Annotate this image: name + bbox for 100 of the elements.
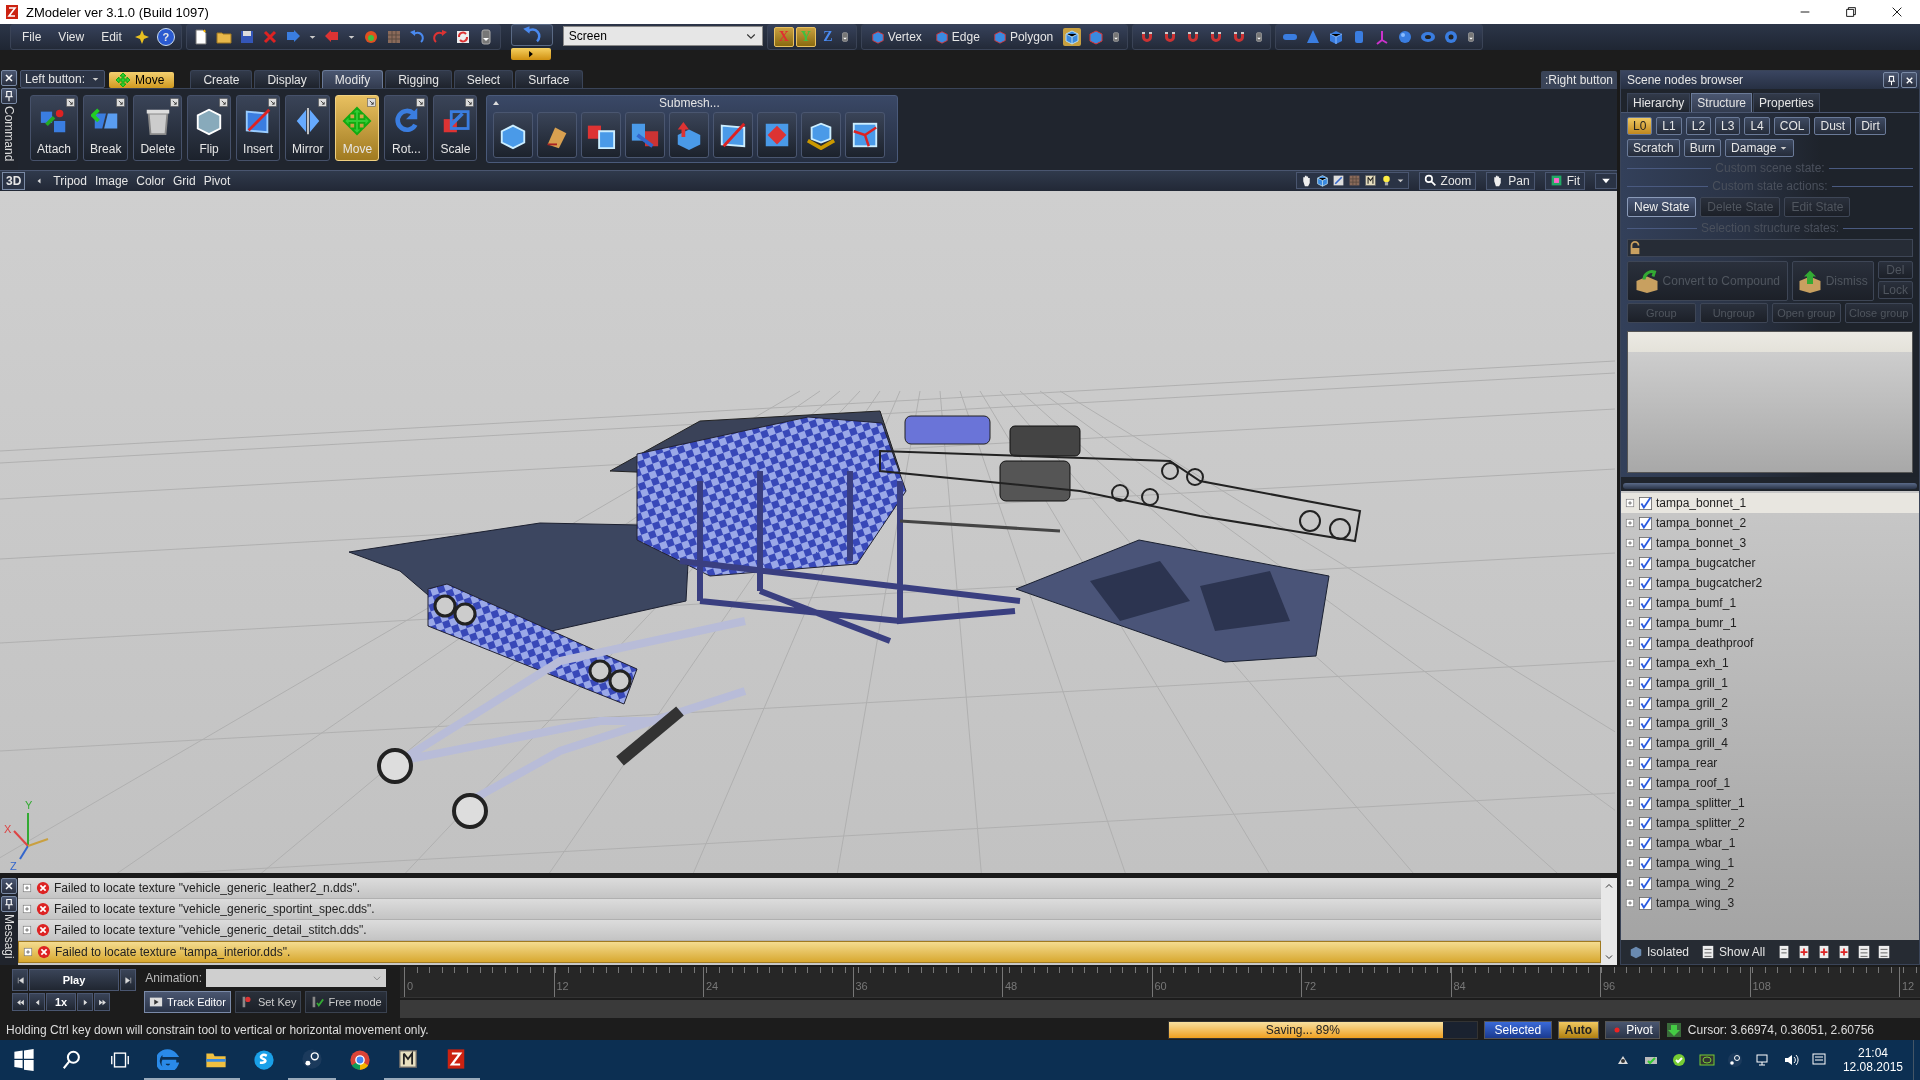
tick-label: 48 <box>1004 980 1018 992</box>
progress-label: Saving... 89% <box>1264 1023 1341 1037</box>
axis-label: Z <box>10 859 17 872</box>
level-button[interactable]: Dirt <box>1855 117 1886 135</box>
axis-toggle[interactable]: Z <box>817 27 838 47</box>
tick-label: 24 <box>705 980 719 992</box>
pivot-button[interactable]: Pivot <box>1605 1021 1660 1039</box>
tick-label: 108 <box>1751 980 1771 992</box>
view-space-dropdown[interactable]: Screen <box>562 26 763 46</box>
level-button[interactable]: Scratch <box>1627 139 1680 157</box>
tree-item[interactable]: tampa_grill_4 <box>1621 733 1919 753</box>
tree-item[interactable]: tampa_bumf_1 <box>1621 593 1919 613</box>
tool-button[interactable]: Insert <box>236 95 281 161</box>
level-button[interactable]: L0 <box>1627 117 1653 135</box>
tool-button[interactable]: Flip <box>187 95 232 161</box>
tree-item[interactable]: tampa_splitter_1 <box>1621 793 1919 813</box>
tree-item[interactable]: tampa_rear <box>1621 753 1919 773</box>
menu-item[interactable]: View <box>53 30 90 44</box>
viewport-menu-item[interactable]: Color <box>136 173 165 188</box>
message-row[interactable]: Failed to locate texture "vehicle_generic_sportint_spec.dds". <box>18 899 1601 921</box>
level-button[interactable]: Burn <box>1683 139 1722 157</box>
tree-item[interactable]: tampa_deathproof <box>1621 633 1919 653</box>
tab[interactable]: Create <box>190 70 253 88</box>
footer-button[interactable]: Show All <box>1701 945 1766 959</box>
tab[interactable]: Hierarchy <box>1627 93 1691 112</box>
selection-mode-button[interactable]: Edge <box>931 30 983 44</box>
viewport-menu-item[interactable]: Grid <box>172 173 196 188</box>
tree-item[interactable]: tampa_exh_1 <box>1621 653 1919 673</box>
tool-button[interactable]: Delete <box>133 95 183 161</box>
tick-label: 0 <box>406 980 414 992</box>
level-button[interactable]: COL <box>1773 117 1811 135</box>
tool-button[interactable]: Rot... <box>384 95 429 161</box>
tick-label: 72 <box>1303 980 1317 992</box>
tree-item[interactable]: tampa_wing_1 <box>1621 853 1919 873</box>
state-button[interactable]: New State <box>1627 197 1697 217</box>
tree-item[interactable]: tampa_wing_2 <box>1621 873 1919 893</box>
tree-item[interactable]: tampa_wbar_1 <box>1621 833 1919 853</box>
tick-label: 60 <box>1153 980 1167 992</box>
clock[interactable]: 21:04 12.08.2015 <box>1842 1046 1903 1074</box>
tick-label: 84 <box>1452 980 1466 992</box>
tool-button[interactable]: Attach <box>30 95 79 161</box>
tab[interactable]: Display <box>254 70 320 88</box>
viewport-menu-item[interactable]: Tripod <box>53 173 87 188</box>
auto-button[interactable]: Auto <box>1557 1021 1600 1039</box>
footer-button[interactable]: Isolated <box>1629 945 1690 959</box>
viewport-nav-button[interactable]: Zoom <box>1418 171 1477 190</box>
tree-item[interactable]: tampa_bonnet_2 <box>1621 513 1919 533</box>
animation-button[interactable]: Free mode <box>305 991 387 1013</box>
tree-item[interactable]: tampa_grill_2 <box>1621 693 1919 713</box>
tool-button[interactable]: Mirror <box>285 95 331 161</box>
level-button[interactable]: Dust <box>1814 117 1852 135</box>
selection-mode-button[interactable]: Polygon <box>989 30 1057 44</box>
help-button[interactable]: ? <box>156 28 175 46</box>
timeline-ruler[interactable]: 0 12 24 36 48 60 72 84 96 108 12 <box>400 967 1920 998</box>
menu-item[interactable]: Edit <box>96 30 127 44</box>
left-button-dropdown[interactable]: Left button: <box>20 70 106 88</box>
speed-button[interactable]: 1x <box>46 993 76 1011</box>
message-text: Failed to locate texture "tampa_interior.dds". <box>55 945 291 960</box>
tree-item[interactable]: tampa_wing_3 <box>1621 893 1919 913</box>
tree-item[interactable]: tampa_bonnet_1 <box>1621 493 1919 513</box>
selected-mode-button[interactable]: Selected <box>1483 1021 1552 1039</box>
field-label: Animation: <box>144 971 202 985</box>
selection-mode-button[interactable]: Vertex <box>867 30 925 44</box>
tab[interactable]: Rigging <box>385 70 452 88</box>
viewport-menu-item[interactable]: Pivot <box>203 173 231 188</box>
animation-button[interactable]: Track Editor <box>144 991 231 1013</box>
message-row[interactable]: Failed to locate texture "tampa_interior.dds". <box>18 941 1601 964</box>
tab[interactable]: Surface <box>515 70 583 88</box>
menu-item[interactable]: File <box>17 30 47 44</box>
tree-item[interactable]: tampa_splitter_2 <box>1621 813 1919 833</box>
move-tool-button[interactable]: Move <box>109 72 175 88</box>
tree-item[interactable]: tampa_bonnet_3 <box>1621 533 1919 553</box>
tree-item[interactable]: tampa_bugcatcher2 <box>1621 573 1919 593</box>
tree-item[interactable]: tampa_roof_1 <box>1621 773 1919 793</box>
message-row[interactable]: Failed to locate texture "vehicle_generic_leather2_n.dds". <box>18 878 1601 900</box>
animation-button[interactable]: Set Key <box>234 991 302 1013</box>
level-button[interactable]: L3 <box>1715 117 1741 135</box>
tab[interactable]: Structure <box>1691 93 1753 112</box>
tree-item[interactable]: tampa_bugcatcher <box>1621 553 1919 573</box>
viewport-nav-button[interactable]: Fit <box>1544 171 1585 190</box>
submesh-title: Submesh... <box>658 96 721 110</box>
tab[interactable]: Modify <box>321 70 384 88</box>
tab[interactable]: Properties <box>1753 93 1820 112</box>
viewport-menu-item[interactable]: Image <box>94 173 129 188</box>
viewport-nav-button[interactable]: Pan <box>1486 171 1535 190</box>
play-button[interactable]: Play <box>29 969 119 991</box>
tab[interactable]: Select <box>453 70 514 88</box>
level-button[interactable]: L1 <box>1656 117 1682 135</box>
view-mode-label[interactable]: 3D <box>2 171 26 190</box>
message-text: Failed to locate texture "vehicle_generic_leather2_n.dds". <box>54 881 361 896</box>
tool-button[interactable]: Break <box>83 95 129 161</box>
tree-item[interactable]: tampa_grill_3 <box>1621 713 1919 733</box>
tick-label: 96 <box>1602 980 1616 992</box>
message-row[interactable]: Failed to locate texture "vehicle_generic_detail_stitch.dds". <box>18 920 1601 942</box>
level-button[interactable]: L4 <box>1744 117 1770 135</box>
tree-item[interactable]: tampa_bumr_1 <box>1621 613 1919 633</box>
level-button[interactable]: Damage <box>1725 139 1795 157</box>
tool-button[interactable]: Scale <box>433 95 478 161</box>
tree-item[interactable]: tampa_grill_1 <box>1621 673 1919 693</box>
level-button[interactable]: L2 <box>1685 117 1712 135</box>
